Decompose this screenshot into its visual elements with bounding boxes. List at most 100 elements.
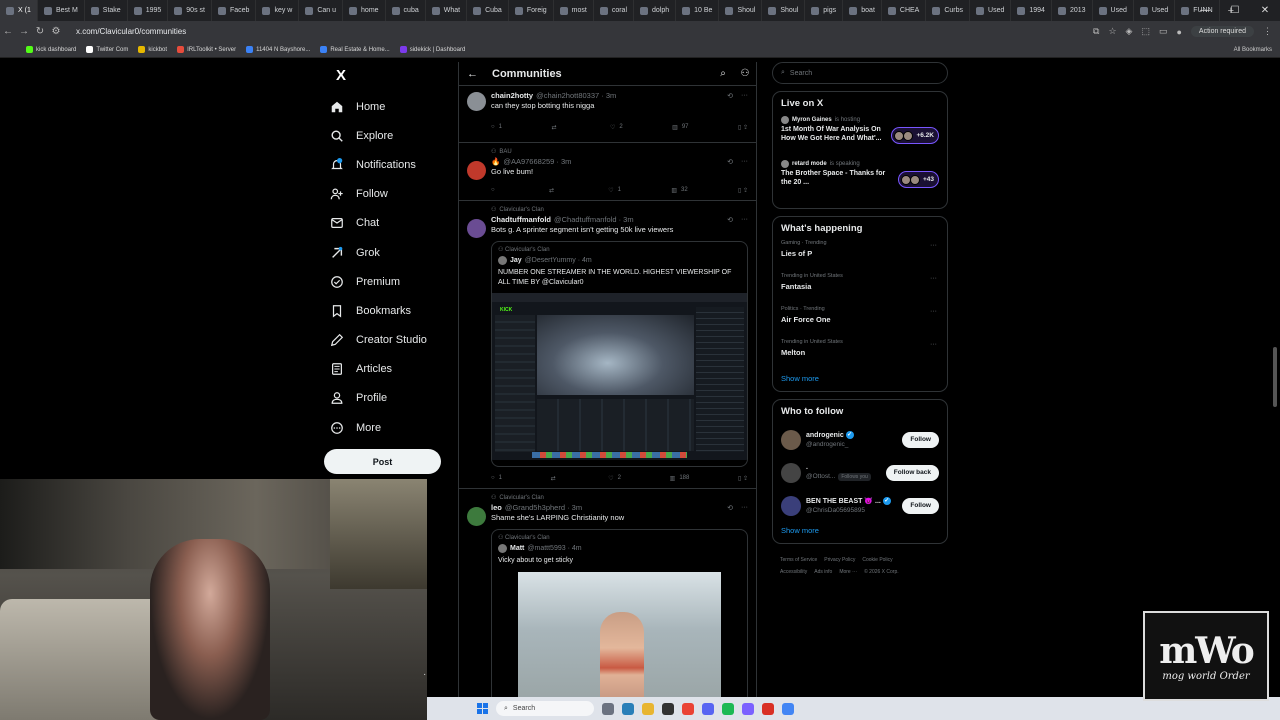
discord-icon[interactable] (702, 702, 714, 715)
grok-icon[interactable]: ⟲ (727, 92, 733, 100)
grok-icon[interactable]: ⟲ (727, 504, 733, 512)
tweet[interactable]: ⚇ BAU 🔥 @AA97668259 · 3m ⟲ ··· Go live bum… (459, 143, 756, 201)
bookmark-share-buttons[interactable]: ▯ ⇪ (738, 124, 748, 131)
avatar[interactable] (781, 429, 801, 450)
nav-item-creator-studio[interactable]: Creator Studio (324, 326, 444, 355)
nav-item-articles[interactable]: Articles (324, 355, 444, 384)
search-icon[interactable]: ⌕ (712, 68, 734, 79)
repost-button[interactable]: ⇄ (551, 124, 560, 131)
browser-tab[interactable]: 1994 (1011, 0, 1052, 21)
more-icon[interactable]: ··· (741, 216, 748, 224)
footer-link[interactable]: Accessibility (780, 569, 807, 575)
browser-tab[interactable]: Used (970, 0, 1012, 21)
browser-tab[interactable]: Best M (38, 0, 85, 21)
like-button[interactable]: ♡ 2 (610, 124, 623, 131)
browser-tab[interactable]: Faceb (212, 0, 257, 21)
scrollbar-thumb[interactable] (1273, 347, 1277, 407)
quote-media-photo[interactable] (518, 571, 721, 702)
tweet[interactable]: chain2hotty @chain2hott80337 · 3m ⟲ ··· c… (459, 86, 756, 143)
live-space-item[interactable]: Myron Gaines is hosting 1st Month Of War A… (781, 115, 939, 159)
reload-icon[interactable]: ↻ (32, 26, 48, 37)
quoted-tweet[interactable]: ⚇ Clavicular's Clan Jay @DesertYummy · 4… (491, 241, 748, 467)
follow-button[interactable]: Follow back (885, 464, 939, 481)
windows-start-icon[interactable] (477, 703, 488, 714)
browser-tab[interactable]: Can u (299, 0, 344, 21)
back-arrow-icon[interactable]: ← (0, 26, 16, 37)
browser-tab[interactable]: boat (843, 0, 882, 21)
close-window-icon[interactable]: ✕ (1250, 0, 1280, 21)
trend-item[interactable]: Trending in United States Fantasia ··· (781, 273, 939, 304)
browser-tab[interactable]: 10 Be (676, 0, 720, 21)
browser-tab[interactable]: What (426, 0, 468, 21)
browser-tab[interactable]: Used (1134, 0, 1176, 21)
author-handle[interactable]: @Chadtuffmanfold · 3m (554, 215, 634, 224)
nav-item-profile[interactable]: Profile (324, 384, 444, 413)
avatar[interactable] (781, 462, 801, 483)
browser-tab[interactable]: Used (1093, 0, 1134, 21)
bookmark-item[interactable]: 11404 N Bayshore... (246, 46, 310, 53)
grok-icon[interactable]: ⟲ (727, 158, 733, 166)
minimize-icon[interactable]: — (1190, 0, 1220, 21)
nav-item-notifications[interactable]: Notifications (324, 150, 444, 179)
browser-tab[interactable]: CHEA (882, 0, 927, 21)
tweet[interactable]: ⚇ Clavicular's Clan leo @Grand5h3pherd · … (459, 489, 756, 720)
bookmark-item[interactable]: sidekick | Dashboard (399, 46, 465, 53)
browser-tab[interactable]: Shoul (719, 0, 763, 21)
follow-button[interactable]: Follow (902, 431, 939, 448)
footer-link[interactable]: Cookie Policy (862, 557, 892, 563)
grok-icon[interactable]: ⟲ (727, 216, 733, 224)
reply-button[interactable]: ○ 1 (491, 124, 502, 130)
footer-link[interactable]: Privacy Policy (824, 557, 855, 563)
suggestion-name[interactable]: BEN THE BEAST 😈 ... (806, 498, 881, 505)
more-icon[interactable]: ··· (930, 308, 937, 315)
nav-item-more[interactable]: More (324, 413, 444, 442)
bookmark-item[interactable]: Real Estate & Home... (320, 46, 390, 53)
browser-tab[interactable]: Stake (85, 0, 128, 21)
bookmark-share-buttons[interactable]: ▯ ⇪ (738, 187, 748, 194)
menu-kebab-icon[interactable]: ⋮ (1263, 26, 1272, 37)
avatar[interactable] (467, 161, 486, 180)
cast-icon[interactable]: ⧉ (1093, 26, 1099, 37)
browser-tab[interactable]: pigs (805, 0, 844, 21)
page-scrollbar[interactable] (1271, 62, 1279, 697)
sidepanel-icon[interactable]: ▭ (1159, 26, 1168, 37)
footer-link[interactable]: More ··· (839, 569, 857, 575)
like-button[interactable]: ♡ 2 (608, 475, 621, 482)
browser-tab[interactable]: X (1 (0, 0, 38, 21)
extension-icon[interactable]: ◈ (1126, 26, 1133, 37)
trend-item[interactable]: Gaming · Trending Lies of P ··· (781, 240, 939, 271)
listener-count-pill[interactable]: +6.2K (891, 127, 939, 144)
more-dots-icon[interactable]: ··· (423, 669, 427, 680)
obs-icon[interactable] (662, 702, 674, 715)
nav-item-explore[interactable]: Explore (324, 121, 444, 150)
repost-button[interactable]: ⇄ (551, 475, 560, 482)
more-icon[interactable]: ··· (930, 275, 937, 282)
browser-tab[interactable]: 1995 (128, 0, 169, 21)
repost-button[interactable]: ⇄ (549, 187, 558, 194)
nav-item-chat[interactable]: Chat (324, 209, 444, 238)
taskbar-search[interactable]: ⌕ Search (496, 701, 594, 716)
more-icon[interactable]: ··· (930, 242, 937, 249)
quoted-tweet[interactable]: ⚇ Clavicular's Clan Matt @mattt5993 · 4m… (491, 529, 748, 720)
forward-arrow-icon[interactable]: → (16, 26, 32, 37)
more-icon[interactable]: ··· (741, 504, 748, 512)
edge-browser-icon[interactable] (622, 702, 634, 715)
listener-count-pill[interactable]: +43 (897, 171, 939, 188)
browser-tab[interactable]: Foreig (509, 0, 554, 21)
reply-button[interactable]: ○ 1 (491, 475, 502, 481)
task-view-icon[interactable] (602, 702, 614, 715)
like-button[interactable]: ♡ 1 (608, 187, 621, 194)
app-icon[interactable] (742, 702, 754, 715)
action-required-badge[interactable]: Action required (1190, 26, 1254, 37)
avatar[interactable] (467, 219, 486, 238)
nav-item-bookmarks[interactable]: Bookmarks (324, 296, 444, 325)
browser-tab[interactable]: Curbs (926, 0, 971, 21)
trend-item[interactable]: Politics · Trending Air Force One ··· (781, 306, 939, 337)
bookmark-item[interactable]: Twitter Com (86, 46, 128, 53)
author-name[interactable]: leo (491, 503, 502, 512)
nav-item-premium[interactable]: Premium (324, 267, 444, 296)
back-arrow-icon[interactable]: ← (467, 68, 478, 80)
avatar[interactable] (781, 495, 801, 516)
star-icon[interactable]: ☆ (1108, 26, 1116, 37)
browser-tab[interactable]: cuba (386, 0, 426, 21)
